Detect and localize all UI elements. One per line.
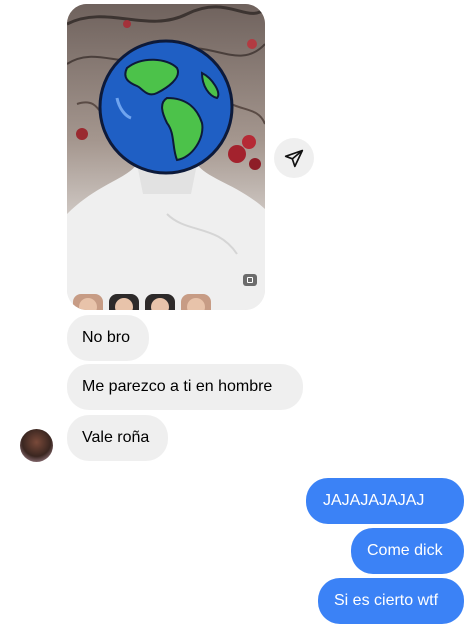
paper-plane-icon [284, 149, 304, 168]
incoming-message[interactable]: Vale roña [67, 415, 168, 461]
message-text: Come dick [367, 542, 443, 559]
globe-earth-icon [98, 39, 234, 175]
incoming-message[interactable]: Me parezco a ti en hombre [67, 364, 303, 410]
message-text: Si es cierto wtf [334, 592, 439, 609]
message-text: No bro [82, 329, 131, 346]
message-text: JAJAJAJAJAJ [323, 492, 425, 509]
outgoing-message[interactable]: JAJAJAJAJAJ [306, 478, 464, 524]
outgoing-message[interactable]: Si es cierto wtf [318, 578, 464, 624]
thumbnail [109, 294, 139, 310]
avatar[interactable] [20, 429, 53, 462]
share-button[interactable] [274, 138, 314, 178]
outgoing-message[interactable]: Come dick [351, 528, 464, 574]
thumbnail [181, 294, 211, 310]
incoming-message[interactable]: No bro [67, 315, 149, 361]
thumbnail [145, 294, 175, 310]
person-shirt [67, 164, 265, 310]
message-text: Vale roña [82, 429, 150, 446]
photo-thumbnails [67, 294, 265, 310]
thumbnail [73, 294, 103, 310]
gallery-icon [243, 274, 257, 286]
message-text: Me parezco a ti en hombre [82, 378, 273, 395]
shared-photo[interactable] [67, 4, 265, 310]
